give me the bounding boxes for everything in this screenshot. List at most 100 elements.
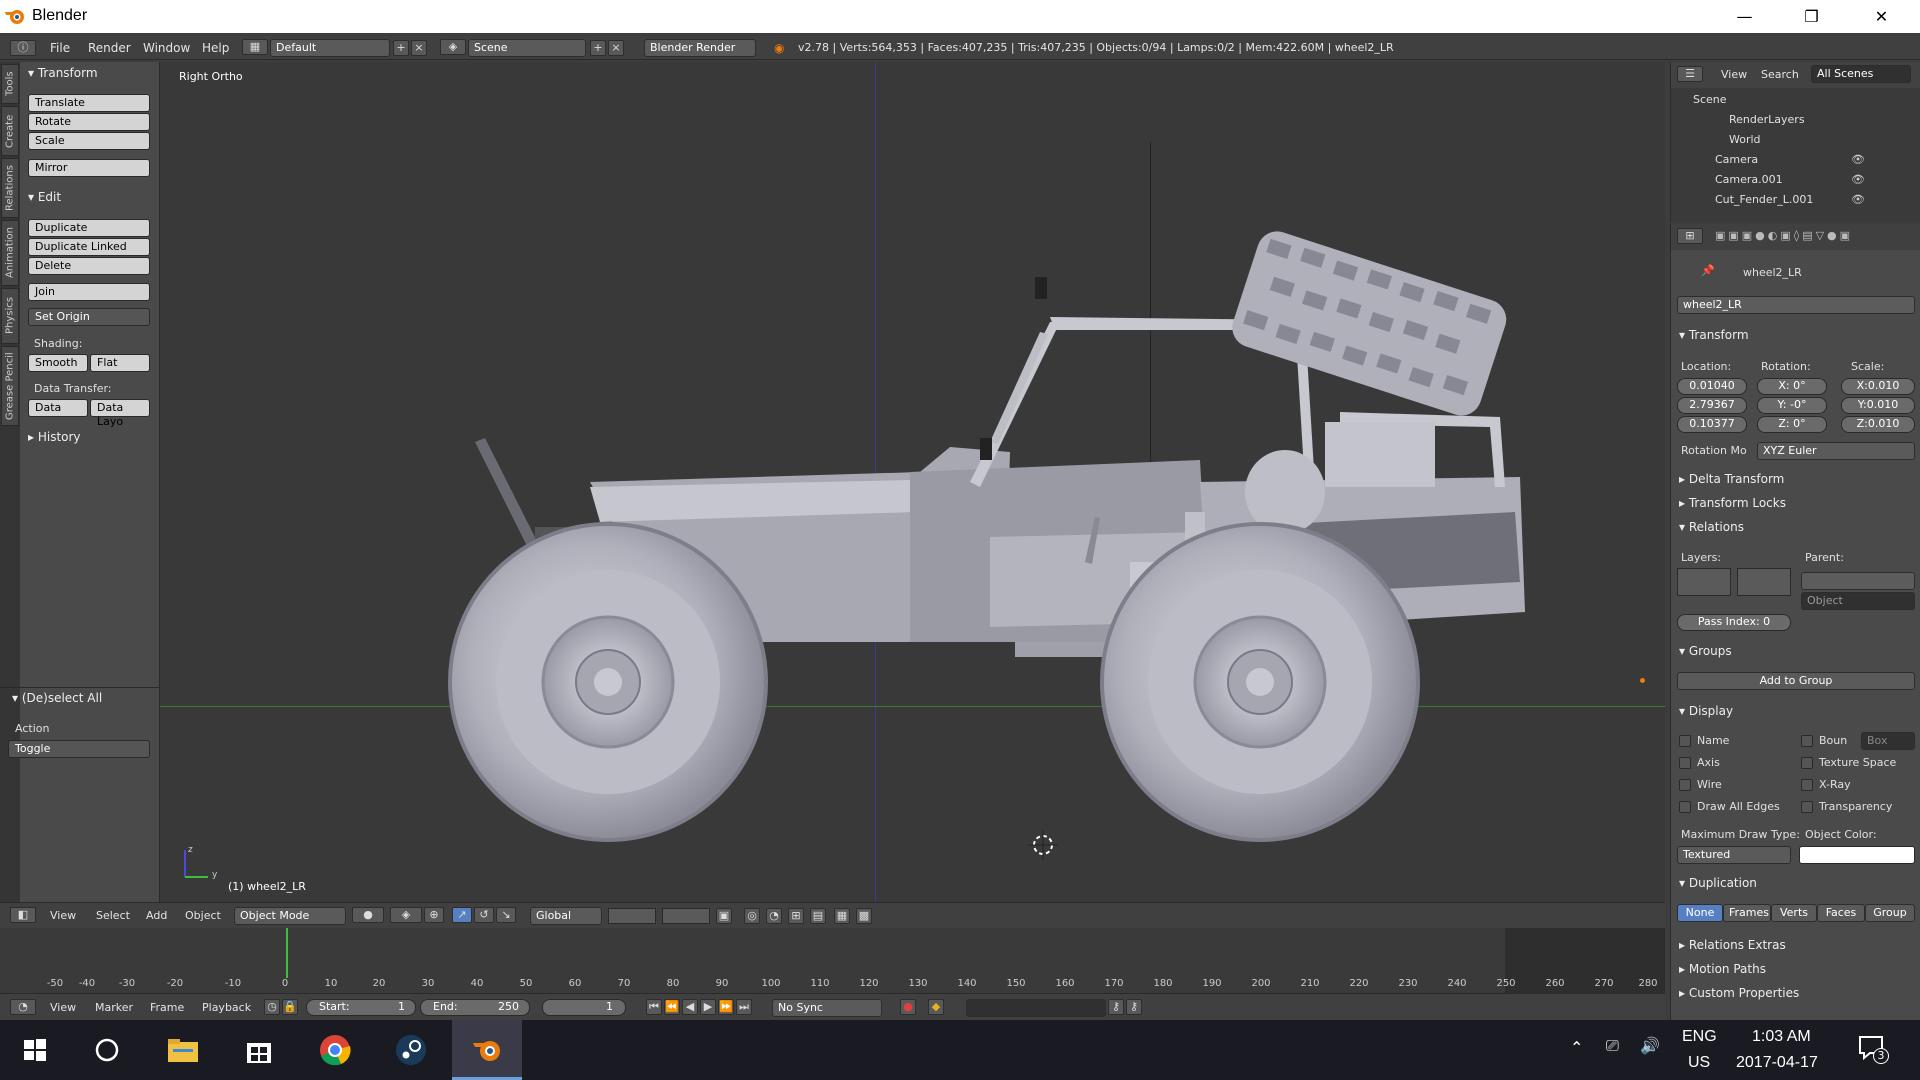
- prev-keyframe-icon[interactable]: ⏪: [664, 999, 680, 1015]
- render-engine-select[interactable]: Blender Render: [644, 39, 756, 57]
- rotate-manipulator-icon[interactable]: ↺: [474, 907, 494, 923]
- action-select[interactable]: Toggle: [8, 740, 150, 758]
- rotation-mode-select[interactable]: XYZ Euler: [1757, 442, 1915, 460]
- x-ray-checkbox[interactable]: [1801, 779, 1813, 791]
- network-icon[interactable]: ⎚: [1606, 1036, 1619, 1056]
- file-explorer-icon[interactable]: [148, 1020, 218, 1080]
- current-frame-line[interactable]: [286, 928, 288, 978]
- opengl-anim-icon[interactable]: ▩: [856, 908, 872, 924]
- next-keyframe-icon[interactable]: ⏩: [718, 999, 734, 1015]
- add-scene-icon[interactable]: +: [590, 40, 606, 56]
- orientation-select[interactable]: Global: [530, 907, 602, 925]
- current-frame-field[interactable]: 1: [542, 999, 626, 1016]
- layer-buttons-2[interactable]: [662, 908, 710, 924]
- duplication-faces-tab[interactable]: Faces: [1817, 904, 1865, 922]
- add-to-group-button[interactable]: Add to Group: [1677, 672, 1915, 690]
- display-header[interactable]: ▾ Display: [1679, 704, 1733, 718]
- viewport-editor-icon[interactable]: ◧: [10, 907, 36, 923]
- timeline-menu-playback[interactable]: Playback: [202, 1001, 251, 1014]
- join-button[interactable]: Join: [28, 283, 150, 301]
- clock-time[interactable]: 1:03 AM: [1752, 1028, 1811, 1046]
- object-color-swatch[interactable]: [1799, 846, 1915, 864]
- duplication-verts-tab[interactable]: Verts: [1771, 904, 1817, 922]
- remove-scene-icon[interactable]: ×: [608, 40, 624, 56]
- record-icon[interactable]: ●: [900, 999, 916, 1015]
- bounds-checkbox[interactable]: [1801, 735, 1813, 747]
- display-mode-select[interactable]: All Scenes: [1811, 65, 1911, 83]
- menu-help[interactable]: Help: [202, 41, 229, 55]
- visibility-eye-icon[interactable]: 👁: [1851, 153, 1865, 166]
- start-frame-field[interactable]: Start: 1: [306, 999, 416, 1016]
- history-panel-header[interactable]: ▸ History: [28, 430, 81, 444]
- properties-editor-icon[interactable]: ⊞: [1677, 228, 1703, 244]
- outliner-item-scene[interactable]: Scene: [1693, 93, 1727, 106]
- scene-field[interactable]: Scene: [468, 39, 586, 57]
- pin-icon[interactable]: 📌: [1701, 264, 1715, 277]
- relations-extras-header[interactable]: ▸ Relations Extras: [1679, 938, 1786, 952]
- visibility-eye-icon[interactable]: 👁: [1851, 173, 1865, 186]
- menu-render[interactable]: Render: [88, 41, 131, 55]
- blender-taskbar-icon[interactable]: [452, 1020, 522, 1080]
- outliner-view-menu[interactable]: View: [1721, 68, 1747, 81]
- 3d-cursor-icon[interactable]: [1028, 830, 1058, 860]
- rotate-button[interactable]: Rotate: [28, 113, 150, 131]
- motion-paths-header[interactable]: ▸ Motion Paths: [1679, 962, 1766, 976]
- shading-mode-icon[interactable]: ●: [352, 907, 384, 923]
- outliner-item-cut-fender[interactable]: Cut_Fender_L.001: [1715, 193, 1813, 206]
- duplicate-linked-button[interactable]: Duplicate Linked: [28, 238, 150, 256]
- keying-set-field[interactable]: [966, 999, 1106, 1017]
- scale-y-field[interactable]: Y:0.010: [1841, 397, 1915, 414]
- snap-element-icon[interactable]: ▤: [810, 908, 826, 924]
- transform-panel-header[interactable]: ▾ Transform: [28, 66, 98, 80]
- viewport-menu-view[interactable]: View: [50, 909, 76, 922]
- set-origin-select[interactable]: Set Origin: [28, 308, 150, 326]
- delete-button[interactable]: Delete: [28, 257, 150, 275]
- translate-manipulator-icon[interactable]: ↗: [452, 907, 472, 923]
- jump-end-icon[interactable]: ⏭: [736, 999, 752, 1015]
- outliner-editor-icon[interactable]: ☰: [1677, 66, 1703, 82]
- rotation-z-field[interactable]: Z: 0°: [1757, 416, 1827, 433]
- timeline-editor-icon[interactable]: ◔: [10, 999, 36, 1015]
- tab-create[interactable]: Create: [1, 106, 19, 156]
- draw-all-edges-checkbox[interactable]: [1679, 801, 1691, 813]
- scale-z-field[interactable]: Z:0.010: [1841, 416, 1915, 433]
- sync-select[interactable]: No Sync: [772, 999, 882, 1017]
- chrome-icon[interactable]: [300, 1020, 370, 1080]
- data-button[interactable]: Data: [28, 399, 88, 417]
- viewport-menu-object[interactable]: Object: [185, 909, 221, 922]
- mode-select[interactable]: Object Mode: [234, 907, 346, 925]
- jump-start-icon[interactable]: ⏮: [646, 999, 662, 1015]
- pass-index-field[interactable]: Pass Index: 0: [1677, 614, 1791, 631]
- editor-type-icon[interactable]: ⓘ: [10, 40, 36, 56]
- manipulator-icon[interactable]: ⊕: [424, 907, 444, 923]
- outliner-item-world[interactable]: World: [1729, 133, 1761, 146]
- outliner-search-menu[interactable]: Search: [1761, 68, 1799, 81]
- tab-tools[interactable]: Tools: [1, 64, 19, 104]
- locale-label[interactable]: US: [1688, 1054, 1710, 1072]
- outliner-item-camera[interactable]: Camera: [1715, 153, 1758, 166]
- transform-header[interactable]: ▾ Transform: [1679, 328, 1749, 342]
- groups-header[interactable]: ▾ Groups: [1679, 644, 1732, 658]
- delta-transform-header[interactable]: ▸ Delta Transform: [1679, 472, 1784, 486]
- duplication-group-tab[interactable]: Group: [1865, 904, 1915, 922]
- menu-file[interactable]: File: [50, 41, 70, 55]
- scale-manipulator-icon[interactable]: ↘: [496, 907, 516, 923]
- screen-layout-icon[interactable]: ▦: [242, 39, 268, 55]
- location-z-field[interactable]: 0.10377: [1677, 416, 1747, 433]
- delete-keyframe-icon[interactable]: ⚷: [1126, 999, 1142, 1015]
- opengl-render-icon[interactable]: ▦: [834, 908, 850, 924]
- language-label[interactable]: ENG: [1682, 1028, 1717, 1046]
- action-center-icon[interactable]: 3: [1858, 1034, 1889, 1064]
- tab-relations[interactable]: Relations: [1, 158, 19, 218]
- steam-icon[interactable]: [376, 1020, 446, 1080]
- texture-space-checkbox[interactable]: [1801, 757, 1813, 769]
- viewport-menu-select[interactable]: Select: [96, 909, 130, 922]
- restore-button[interactable]: ❐: [1783, 0, 1840, 33]
- layers-grid-1[interactable]: [1677, 568, 1731, 596]
- axis-checkbox[interactable]: [1679, 757, 1691, 769]
- insert-keyframe-icon[interactable]: ⚷: [1108, 999, 1124, 1015]
- close-button[interactable]: ✕: [1853, 0, 1910, 33]
- outliner-item-renderlayers[interactable]: RenderLayers: [1729, 113, 1805, 126]
- lock-range-icon[interactable]: 🔒: [282, 999, 298, 1015]
- add-layout-icon[interactable]: +: [393, 40, 409, 56]
